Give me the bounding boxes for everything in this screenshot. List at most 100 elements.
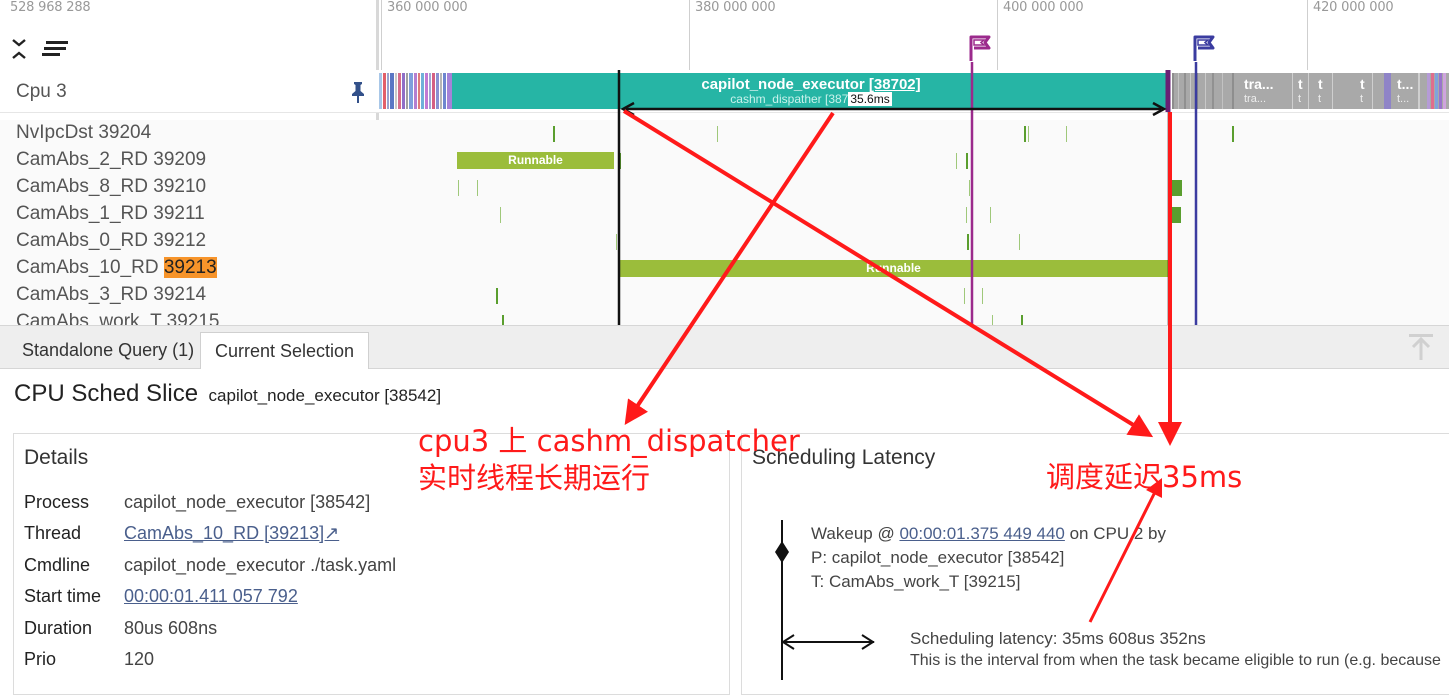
cpu-slices-right[interactable]: tra... tra... t t t t t t t... t...	[1172, 73, 1449, 109]
wakeup-line: Wakeup @ 00:00:01.375 449 440 on CPU 2 b…	[811, 524, 1166, 543]
sched-mark[interactable]	[496, 288, 498, 304]
panel-title: CPU Sched Slice capilot_node_executor [3…	[14, 380, 441, 408]
detail-value: capilot_node_executor ./task.yaml	[124, 555, 397, 575]
sched-mark[interactable]	[553, 126, 555, 142]
thread-track-label: CamAbs_2_RD 39209	[16, 149, 207, 170]
measure-label: 35.6ms	[848, 92, 892, 106]
sched-mark[interactable]	[1019, 234, 1020, 250]
cpu-slice-label: t	[1318, 76, 1323, 92]
tick-line	[689, 0, 690, 70]
sched-mark[interactable]	[966, 207, 967, 223]
flag-icon[interactable]	[968, 34, 994, 62]
panel-title-main: CPU Sched Slice	[14, 380, 199, 407]
cpu-slice-sublabel: t	[1318, 93, 1322, 105]
latency-description: This is the interval from when the task …	[910, 652, 1441, 669]
sched-mark[interactable]	[458, 180, 459, 196]
cpu-slice-title: capilot_node_executor [38702]	[701, 76, 921, 93]
sched-mark[interactable]	[1021, 315, 1023, 325]
list-icon[interactable]	[42, 40, 70, 58]
tab-standalone-query[interactable]: Standalone Query (1)	[8, 332, 208, 368]
wakeup-process: P: capilot_node_executor [38542]	[811, 548, 1065, 567]
sched-mark[interactable]	[477, 180, 478, 196]
detail-row-thread: Thread CamAbs_10_RD [39213]↗	[24, 523, 339, 544]
thread-track[interactable]: CamAbs_10_RD 39213 Runnable	[0, 255, 1449, 283]
details-title: Details	[24, 446, 89, 469]
thread-track-label: CamAbs_3_RD 39214	[16, 284, 207, 305]
cpu-slice-label: t...	[1397, 76, 1414, 92]
cpu-slice-sublabel: tra...	[1244, 93, 1267, 105]
thread-track-label: CamAbs_8_RD 39210	[16, 176, 207, 197]
detail-row-start-time: Start time 00:00:01.411 057 792	[24, 586, 298, 607]
thread-tracks: NvIpcDst 39204 CamAbs_2_RD 39209 Runnabl…	[0, 112, 1449, 325]
sched-mark[interactable]	[500, 207, 501, 223]
pin-icon[interactable]	[348, 80, 368, 104]
timeline-header: 528 968 288 360 000 000 380 000 000 400 …	[0, 0, 1449, 70]
detail-row-cmdline: Cmdline capilot_node_executor ./task.yaml	[24, 555, 396, 576]
thread-track[interactable]: CamAbs_1_RD 39211	[0, 201, 1449, 229]
tick-line	[997, 0, 998, 70]
wakeup-thread: T: CamAbs_work_T [39215]	[811, 572, 1021, 591]
sched-mark[interactable]	[966, 153, 968, 169]
thread-track[interactable]: CamAbs_0_RD 39212	[0, 228, 1449, 256]
detail-value: 80us 608ns	[124, 618, 218, 638]
bottom-tab-bar: Standalone Query (1) Current Selection	[0, 325, 1449, 369]
sched-mark[interactable]	[1028, 126, 1029, 142]
sched-mark[interactable]	[1170, 288, 1171, 304]
thread-track-label: CamAbs_0_RD 39212	[16, 230, 207, 251]
sched-mark[interactable]	[969, 180, 970, 196]
runnable-slice[interactable]: Runnable	[457, 152, 614, 169]
cpu-slice-sublabel: t...	[1397, 93, 1410, 105]
sched-mark[interactable]	[1232, 126, 1234, 142]
thread-track[interactable]: CamAbs_work_T 39215	[0, 309, 1449, 325]
thread-link[interactable]: CamAbs_10_RD [39213]↗	[124, 523, 339, 543]
cpu-track-label: Cpu 3	[16, 81, 67, 102]
annotation-cpu3-line1: cpu3 上 cashm_dispatcher	[418, 424, 800, 458]
sched-mark[interactable]	[1172, 180, 1182, 196]
thread-track[interactable]: CamAbs_2_RD 39209 Runnable	[0, 147, 1449, 175]
sched-mark[interactable]	[1024, 126, 1026, 142]
start-time-link[interactable]: 00:00:01.411 057 792	[124, 586, 298, 606]
cpu-track[interactable]: Cpu 3 capilot_node_executor [38702] cash…	[0, 70, 1449, 113]
timeline-offset-label: 528 968 288	[10, 0, 91, 15]
thread-track[interactable]: CamAbs_8_RD 39210	[0, 174, 1449, 202]
wakeup-time-link[interactable]: 00:00:01.375 449 440	[899, 524, 1064, 543]
sched-mark[interactable]	[992, 315, 993, 325]
sched-mark[interactable]	[956, 153, 957, 169]
sched-mark[interactable]	[502, 315, 504, 325]
detail-row-process: Process capilot_node_executor [38542]	[24, 492, 370, 513]
tick-label: 400 000 000	[1003, 0, 1084, 15]
sched-mark[interactable]	[616, 234, 617, 250]
tick-line	[381, 0, 382, 70]
annotation-delay: 调度延迟35ms	[1046, 460, 1243, 494]
sched-mark[interactable]	[990, 207, 991, 223]
thread-track[interactable]: CamAbs_3_RD 39214	[0, 282, 1449, 310]
sched-mark[interactable]	[982, 288, 983, 304]
thread-track-label: CamAbs_10_RD 39213	[16, 257, 217, 278]
cpu-slice-subtitle: cashm_dispather [387 35.6ms	[730, 92, 892, 106]
cpu-slice-label: t	[1360, 76, 1365, 92]
tab-current-selection[interactable]: Current Selection	[200, 332, 370, 369]
sched-mark[interactable]	[1066, 126, 1067, 142]
detail-label: Process	[24, 492, 90, 512]
sched-mark[interactable]	[717, 126, 718, 142]
sched-mark[interactable]	[967, 234, 969, 250]
detail-row-prio: Prio 120	[24, 649, 154, 670]
sched-mark[interactable]	[964, 288, 965, 304]
collapse-panel-icon[interactable]	[1407, 332, 1435, 362]
flag-icon[interactable]	[1192, 34, 1218, 62]
thread-track-label: NvIpcDst 39204	[16, 122, 152, 143]
detail-value: capilot_node_executor [38542]	[124, 492, 371, 512]
sched-mark[interactable]	[619, 153, 621, 169]
runnable-slice[interactable]: Runnable	[619, 260, 1168, 277]
sched-mark[interactable]	[1172, 207, 1181, 223]
thread-id-highlight: 39213	[163, 257, 217, 278]
annotation-cpu3-line2: 实时线程长期运行	[418, 461, 651, 495]
cpu-slice-sublabel: t	[1298, 93, 1302, 105]
cpu-slice-capilot[interactable]: capilot_node_executor [38702] cashm_disp…	[452, 73, 1170, 109]
thread-track-label: CamAbs_1_RD 39211	[16, 203, 205, 224]
cpu-slices-left[interactable]	[379, 73, 453, 109]
sched-mark[interactable]	[1170, 153, 1171, 169]
tick-label: 360 000 000	[387, 0, 468, 15]
thread-track[interactable]: NvIpcDst 39204	[0, 120, 1449, 148]
collapse-expand-icon[interactable]	[10, 36, 30, 62]
